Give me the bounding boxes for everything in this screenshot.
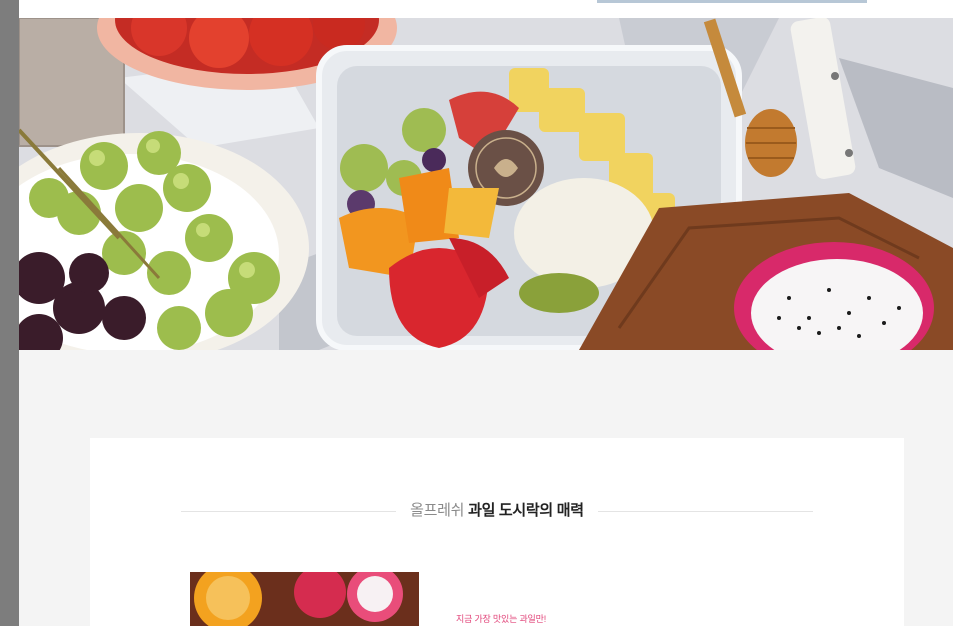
hero-banner xyxy=(19,18,953,350)
left-gutter xyxy=(0,0,19,626)
feature-tagline: 지금 가장 맛있는 과일만! xyxy=(456,614,547,624)
content-card: 올프레쉬 과일 도시락의 매력 지금 가장 맛있는 과일만! xyxy=(90,438,904,626)
section-title: 올프레쉬 과일 도시락의 매력 xyxy=(90,499,904,520)
title-brand: 올프레쉬 xyxy=(410,502,465,519)
hero-image xyxy=(19,18,953,350)
title-rule-left xyxy=(181,510,397,512)
title-main: 과일 도시락의 매력 xyxy=(468,502,584,519)
feature-thumbnail xyxy=(190,572,419,626)
top-strip-bar xyxy=(597,0,867,3)
top-strip xyxy=(19,0,953,18)
title-rule-right xyxy=(597,510,813,512)
